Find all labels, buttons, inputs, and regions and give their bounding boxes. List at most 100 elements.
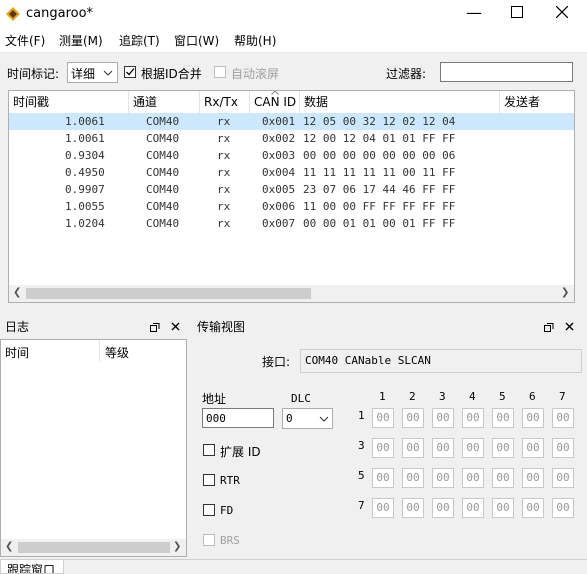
col-header-data[interactable]: 数据	[300, 91, 500, 113]
menu-help[interactable]: 帮助(H)	[234, 32, 276, 49]
tab-trace-window[interactable]: 跟踪窗口	[0, 560, 64, 574]
trace-rows: 1.0061 COM40 rx 0x001 12 05 00 32 12 02 12 0…	[9, 113, 574, 283]
table-row[interactable]: 0.4950 COM40 rx 0x004 11 11 11 11 11 00 11 F…	[9, 164, 574, 181]
cell-timestamp: 1.0061	[65, 115, 105, 128]
horizontal-scrollbar[interactable]: ❮ ❯	[9, 285, 574, 302]
sort-ascending-icon	[271, 91, 279, 95]
table-row[interactable]: 1.0061 COM40 rx 0x001 12 05 00 32 12 02 12 0…	[9, 113, 574, 130]
byte-input[interactable]: 00	[462, 468, 484, 488]
byte-input[interactable]: 00	[552, 498, 574, 518]
byte-input[interactable]: 00	[372, 408, 394, 428]
filter-input[interactable]	[440, 62, 573, 82]
cell-channel: COM40	[146, 200, 180, 213]
log-table[interactable]: 时间 等级 ❮ ❯	[0, 339, 187, 557]
cell-channel: COM40	[146, 132, 180, 145]
byte-input[interactable]: 00	[372, 438, 394, 458]
trace-table[interactable]: 时间戳 通道 Rx/Tx CAN ID 数据 发送者 1.0061 COM40 rx…	[8, 90, 575, 303]
aggregate-checkbox[interactable]	[124, 66, 136, 78]
table-row[interactable]: 0.9907 COM40 rx 0x005 23 07 06 17 44 46 FF F…	[9, 181, 574, 198]
menu-measure[interactable]: 测量(M)	[59, 32, 103, 49]
table-row[interactable]: 1.0204 COM40 rx 0x007 00 00 01 01 00 01 FF F…	[9, 215, 574, 232]
col-header-rxtx[interactable]: Rx/Tx	[200, 91, 250, 113]
cell-rxtx: rx	[217, 217, 231, 230]
menu-file[interactable]: 文件(F)	[5, 32, 45, 49]
byte-input[interactable]: 00	[432, 438, 454, 458]
close-icon[interactable]	[565, 322, 574, 331]
byte-column-header: 1	[379, 390, 386, 403]
scrollbar-thumb[interactable]	[26, 288, 311, 299]
menu-window[interactable]: 窗口(W)	[174, 32, 219, 49]
log-col-level[interactable]: 等级	[105, 344, 129, 361]
cell-channel: COM40	[146, 166, 180, 179]
transmit-dock: 传输视图 接口: COM40 CANable SLCAN 地址 DLC 0 扩展…	[192, 317, 587, 557]
byte-input[interactable]: 00	[552, 438, 574, 458]
col-header-channel[interactable]: 通道	[129, 91, 200, 113]
byte-input[interactable]: 00	[552, 408, 574, 428]
byte-input[interactable]: 00	[462, 438, 484, 458]
log-dock-titlebar: 日志	[0, 317, 188, 337]
byte-input[interactable]: 00	[372, 468, 394, 488]
cell-channel: COM40	[146, 217, 180, 230]
byte-input[interactable]: 00	[492, 498, 514, 518]
transmit-form: 接口: COM40 CANable SLCAN 地址 DLC 0 扩展 ID R…	[192, 339, 587, 557]
cell-rxtx: rx	[217, 200, 231, 213]
cell-data: 12 00 12 04 01 01 FF FF	[303, 132, 456, 145]
col-header-timestamp[interactable]: 时间戳	[9, 91, 129, 113]
byte-input[interactable]: 00	[402, 468, 424, 488]
byte-grid: 1 2 3 4 5 6 7 1 00 00 00 00 00 00 00 3 00 00 00 00 00 00 00 5 00…	[192, 339, 587, 557]
scroll-right-icon[interactable]: ❯	[561, 287, 569, 298]
minimize-icon[interactable]: —	[466, 3, 482, 22]
autoscroll-checkbox[interactable]	[214, 66, 226, 78]
log-horizontal-scrollbar[interactable]: ❮ ❯	[1, 539, 186, 556]
byte-input[interactable]: 00	[492, 408, 514, 428]
scroll-left-icon[interactable]: ❮	[13, 287, 21, 298]
table-row[interactable]: 1.0055 COM40 rx 0x006 11 00 00 FF FF FF FF F…	[9, 198, 574, 215]
byte-input[interactable]: 00	[492, 468, 514, 488]
transmit-dock-titlebar: 传输视图	[192, 317, 587, 337]
byte-input[interactable]: 00	[432, 498, 454, 518]
close-icon[interactable]	[171, 322, 180, 331]
scrollbar-thumb[interactable]	[18, 542, 170, 553]
close-icon[interactable]	[556, 6, 568, 18]
byte-input[interactable]: 00	[432, 408, 454, 428]
float-icon[interactable]	[150, 322, 160, 332]
log-dock: 日志 时间 等级 ❮ ❯	[0, 317, 188, 557]
table-row[interactable]: 1.0061 COM40 rx 0x002 12 00 12 04 01 01 FF F…	[9, 130, 574, 147]
byte-input[interactable]: 00	[522, 468, 544, 488]
column-divider	[99, 340, 100, 362]
cell-timestamp: 1.0204	[65, 217, 105, 230]
byte-input[interactable]: 00	[492, 438, 514, 458]
byte-input[interactable]: 00	[402, 438, 424, 458]
byte-input[interactable]: 00	[372, 498, 394, 518]
byte-input[interactable]: 00	[462, 498, 484, 518]
log-dock-title: 日志	[5, 320, 30, 334]
byte-input[interactable]: 00	[552, 468, 574, 488]
scroll-left-icon[interactable]: ❮	[5, 541, 13, 552]
menu-trace[interactable]: 追踪(T)	[119, 32, 160, 49]
toolbar: 时间标记: 详细 根据ID合并 自动滚屏 过滤器:	[0, 58, 587, 86]
cell-data: 00 00 01 01 00 01 FF FF	[303, 217, 456, 230]
maximize-icon[interactable]	[511, 6, 523, 18]
cell-timestamp: 1.0061	[65, 132, 105, 145]
float-icon[interactable]	[544, 322, 554, 332]
byte-input[interactable]: 00	[432, 468, 454, 488]
transmit-dock-title: 传输视图	[197, 320, 246, 334]
byte-input[interactable]: 00	[522, 408, 544, 428]
byte-input[interactable]: 00	[462, 408, 484, 428]
byte-input[interactable]: 00	[522, 438, 544, 458]
timestamp-select[interactable]: 详细	[67, 62, 118, 83]
byte-column-header: 5	[499, 390, 506, 403]
log-col-time[interactable]: 时间	[5, 344, 29, 361]
cell-timestamp: 1.0055	[65, 200, 105, 213]
col-header-sender[interactable]: 发送者	[500, 91, 574, 113]
table-row[interactable]: 0.9304 COM40 rx 0x003 00 00 00 00 00 00 00 0…	[9, 147, 574, 164]
checkmark-icon	[126, 68, 135, 76]
cell-channel: COM40	[146, 149, 180, 162]
byte-input[interactable]: 00	[522, 498, 544, 518]
cell-can-id: 0x002	[262, 132, 296, 145]
cell-rxtx: rx	[217, 183, 231, 196]
filter-label: 过滤器:	[386, 67, 427, 81]
byte-input[interactable]: 00	[402, 498, 424, 518]
scroll-right-icon[interactable]: ❯	[173, 541, 181, 552]
byte-input[interactable]: 00	[402, 408, 424, 428]
